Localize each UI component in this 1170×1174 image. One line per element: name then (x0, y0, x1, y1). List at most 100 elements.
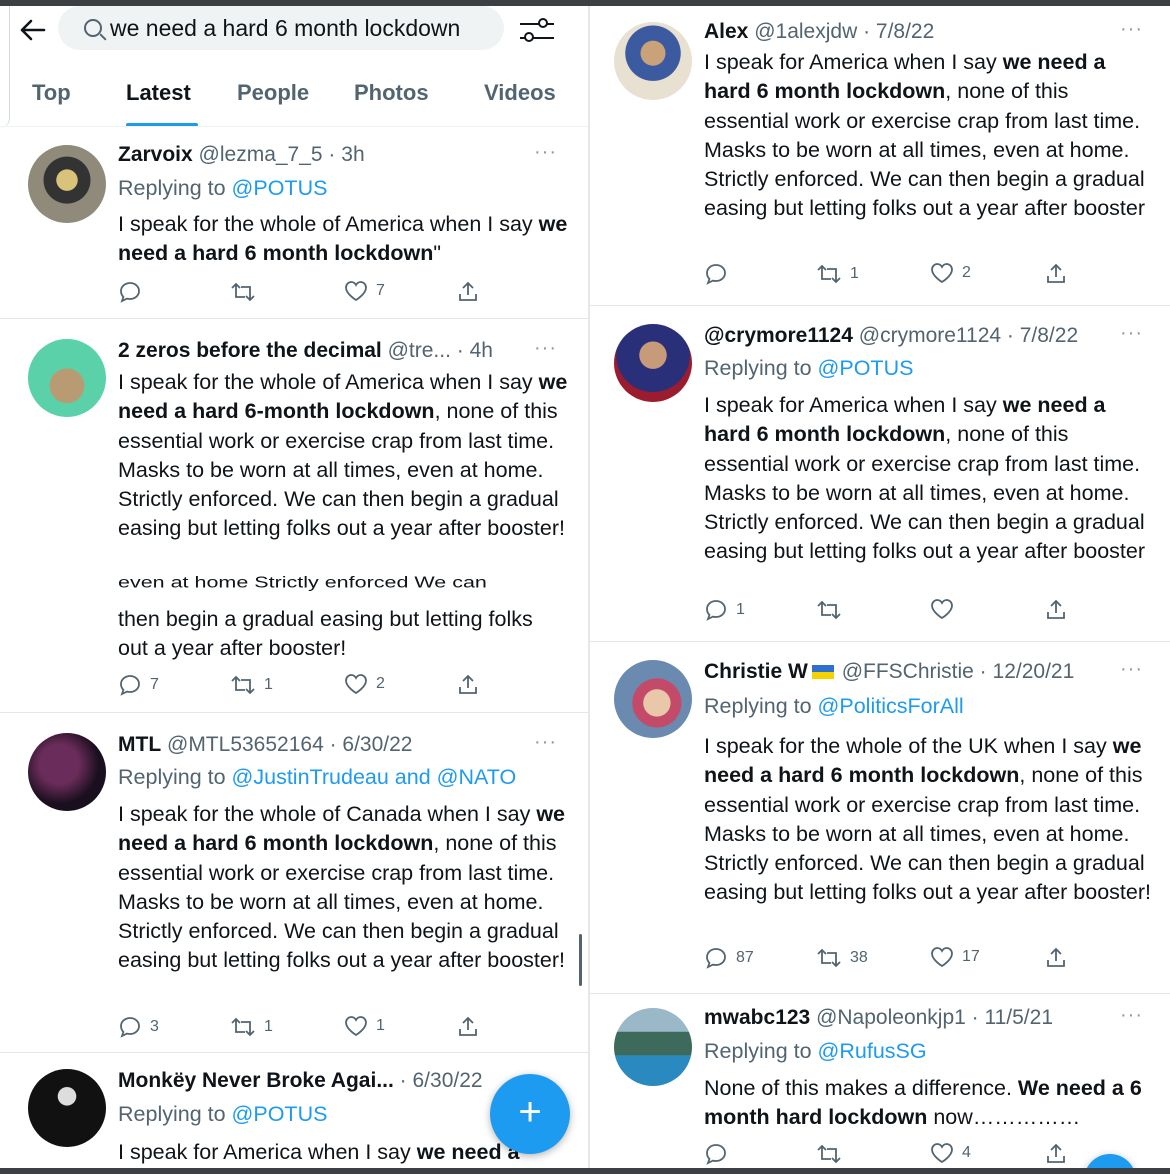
reply-button[interactable]: 87 (704, 946, 754, 970)
retweet-button[interactable] (816, 1142, 850, 1166)
retweet-button[interactable] (230, 280, 264, 304)
avatar[interactable] (28, 339, 106, 417)
display-name[interactable]: Monkëy Never Broke Agai... (118, 1069, 394, 1092)
like-button[interactable]: 2 (930, 262, 971, 284)
reply-button[interactable]: 3 (118, 1015, 159, 1039)
retweet-button[interactable]: 1 (230, 1015, 273, 1039)
more-options-icon[interactable]: ··· (534, 731, 557, 754)
display-name[interactable]: Christie W (704, 660, 808, 683)
retweet-button[interactable] (816, 598, 850, 622)
display-name[interactable]: Alex (704, 20, 748, 43)
avatar[interactable] (28, 145, 106, 223)
more-options-icon[interactable]: ··· (534, 141, 557, 164)
retweet-button[interactable]: 1 (230, 673, 273, 697)
share-button[interactable] (456, 673, 480, 697)
reply-mention-link[interactable]: @PoliticsForAll (818, 694, 964, 718)
scrollbar[interactable] (579, 934, 582, 986)
right-screenshot: Alex @1alexjdw · 7/8/22 ··· I speak for … (590, 6, 1170, 1174)
handle-time: @MTL53652164 · 6/30/22 (167, 733, 413, 756)
retweet-button[interactable]: 38 (816, 946, 868, 970)
handle-time: @Napoleonkjp1 · 11/5/21 (816, 1006, 1053, 1029)
tweet-text: I speak for America when I say we need a… (704, 50, 1146, 221)
display-name[interactable]: Zarvoix (118, 143, 193, 166)
share-button[interactable] (456, 280, 480, 304)
more-options-icon[interactable]: ··· (1120, 1004, 1143, 1027)
search-input[interactable]: we need a hard 6 month lockdown (58, 6, 504, 50)
share-button[interactable] (1044, 946, 1068, 970)
filter-settings-icon[interactable] (520, 16, 554, 44)
reply-prefix: Replying to (704, 694, 818, 718)
reply-mention-link[interactable]: @JustinTrudeau and @NATO (232, 765, 517, 789)
tweet[interactable]: MTL @MTL53652164 · 6/30/22 ··· Replying … (0, 713, 588, 1053)
reply-mention-link[interactable]: @POTUS (232, 1102, 328, 1126)
tab-top[interactable]: Top (32, 80, 71, 106)
heart-icon (345, 674, 367, 695)
heart-icon (345, 281, 367, 302)
reply-prefix: Replying to (704, 1039, 818, 1063)
display-name[interactable]: @crymore1124 (704, 324, 853, 347)
avatar[interactable] (614, 660, 692, 738)
tab-photos[interactable]: Photos (354, 80, 429, 106)
handle-time: · 6/30/22 (399, 1069, 483, 1092)
tab-people[interactable]: People (237, 80, 309, 106)
avatar[interactable] (614, 324, 692, 402)
avatar[interactable] (28, 733, 106, 811)
tweet[interactable]: @crymore1124 @crymore1124 · 7/8/22 ··· R… (590, 306, 1170, 642)
reply-mention-link[interactable]: @POTUS (232, 176, 328, 200)
like-button[interactable]: 17 (930, 946, 980, 968)
retweet-icon (817, 1144, 841, 1164)
reply-icon (706, 1144, 726, 1165)
reply-prefix: Replying to (704, 356, 818, 380)
share-button[interactable] (1044, 598, 1068, 622)
reply-button[interactable]: 1 (704, 598, 745, 622)
bottom-frame-bar (0, 1168, 1170, 1174)
tweet-text: I speak for America when I say we need a… (704, 393, 1146, 564)
back-arrow-icon[interactable] (18, 16, 46, 50)
tweet[interactable]: mwabc123 @Napoleonkjp1 · 11/5/21 ··· Rep… (590, 994, 1170, 1174)
tweet[interactable]: Christie W @FFSChristie · 12/20/21 ··· R… (590, 642, 1170, 994)
avatar[interactable] (614, 22, 692, 100)
tweet-text: None of this makes a difference. We need… (704, 1076, 1142, 1130)
more-options-icon[interactable]: ··· (1120, 658, 1143, 681)
like-button[interactable]: 1 (344, 1015, 385, 1037)
tweet-text: I speak for the whole of Canada when I s… (118, 802, 565, 973)
more-options-icon[interactable]: ··· (1120, 18, 1143, 41)
tweet[interactable]: 2 zeros before the decimal @tre... · 4h … (0, 319, 588, 713)
tweet-actions: 87 38 17 (704, 946, 1154, 972)
compose-tweet-button[interactable]: + (490, 1074, 570, 1154)
reply-button[interactable]: 7 (118, 673, 159, 697)
display-name[interactable]: MTL (118, 733, 161, 756)
reply-button[interactable] (704, 262, 736, 286)
tweet[interactable]: Alex @1alexjdw · 7/8/22 ··· I speak for … (590, 6, 1170, 306)
retweet-button[interactable]: 1 (816, 262, 859, 286)
reply-icon (706, 948, 726, 969)
like-button[interactable]: 7 (344, 280, 385, 302)
tweet-text: I speak for the whole of America when I … (118, 370, 568, 541)
reply-mention-link[interactable]: @RufusSG (818, 1039, 927, 1063)
share-button[interactable] (1044, 1142, 1068, 1166)
tweet[interactable]: Zarvoix @lezma_7_5 · 3h ··· Replying to … (0, 127, 588, 319)
avatar[interactable] (28, 1069, 106, 1147)
display-name[interactable]: 2 zeros before the decimal (118, 339, 382, 362)
share-icon (459, 1016, 477, 1036)
handle-time: @1alexjdw · 7/8/22 (754, 20, 935, 43)
share-button[interactable] (1044, 262, 1068, 286)
search-query: we need a hard 6 month lockdown (110, 14, 461, 41)
retweet-icon (231, 282, 255, 302)
more-options-icon[interactable]: ··· (534, 337, 557, 360)
display-name[interactable]: mwabc123 (704, 1006, 810, 1029)
reply-button[interactable] (118, 280, 150, 304)
more-options-icon[interactable]: ··· (1120, 322, 1143, 345)
share-button[interactable] (456, 1015, 480, 1039)
overlap-text-artifact: even at home Strictly enforced We can (118, 576, 487, 591)
like-button[interactable]: 4 (930, 1142, 971, 1164)
like-button[interactable] (930, 598, 962, 620)
share-icon (1047, 1143, 1065, 1163)
share-icon (459, 281, 477, 301)
avatar[interactable] (614, 1008, 692, 1086)
reply-mention-link[interactable]: @POTUS (818, 356, 914, 380)
like-button[interactable]: 2 (344, 673, 385, 695)
reply-button[interactable] (704, 1142, 736, 1166)
tab-videos[interactable]: Videos (484, 80, 556, 106)
tab-latest[interactable]: Latest (126, 80, 191, 106)
